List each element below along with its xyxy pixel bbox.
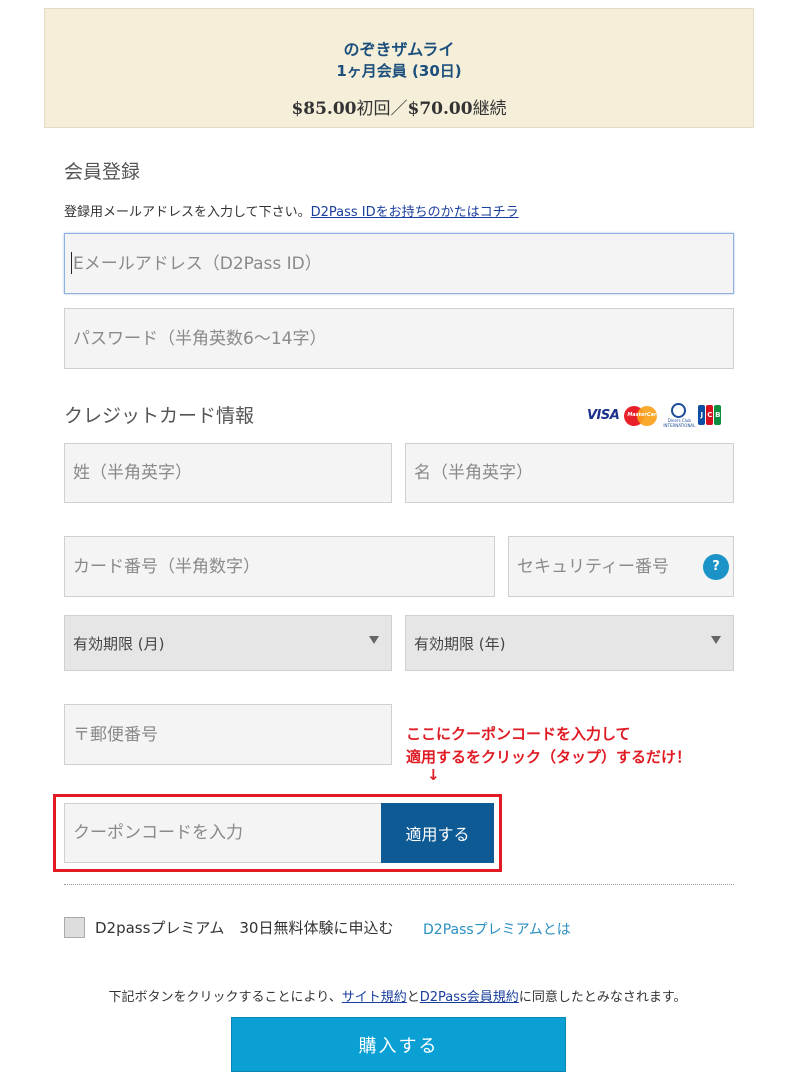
premium-info-link[interactable]: D2Passプレミアムとは bbox=[423, 919, 571, 939]
mastercard-logo-text: MasterCard bbox=[627, 412, 660, 418]
mastercard-logo: MasterCard bbox=[624, 404, 660, 426]
card-brand-logos: VISA MasterCard Diners Club INTERNATIONA… bbox=[587, 403, 722, 428]
diners-logo-text: Diners Club INTERNATIONAL bbox=[663, 418, 696, 428]
agreement-mid: と bbox=[406, 990, 420, 1005]
postal-code-field[interactable] bbox=[65, 705, 391, 764]
exp-month-select[interactable]: 有効期限 (月) bbox=[64, 615, 392, 671]
first-name-field-wrapper bbox=[405, 443, 734, 503]
security-help-icon[interactable]: ? bbox=[703, 554, 729, 580]
registration-title: 会員登録 bbox=[64, 161, 141, 183]
diners-club-logo: Diners Club INTERNATIONAL bbox=[663, 403, 696, 428]
jcb-logo: J C B bbox=[698, 405, 722, 425]
exp-year-select[interactable]: 有効期限 (年) bbox=[405, 615, 734, 671]
price-renew: $70.00 bbox=[407, 99, 473, 119]
jcb-letter-b: B bbox=[714, 405, 722, 425]
agreement-prefix: 下記ボタンをクリックすることにより、 bbox=[108, 990, 342, 1005]
premium-label[interactable]: D2passプレミアム 30日無料体験に申込む bbox=[95, 917, 393, 938]
password-field-wrapper bbox=[64, 308, 734, 369]
coupon-note-line2: 適用するをクリック（タップ）するだけ！ bbox=[406, 748, 692, 766]
chevron-down-icon bbox=[369, 636, 379, 644]
site-terms-link[interactable]: サイト規約 bbox=[342, 990, 407, 1005]
price-first: $85.00 bbox=[291, 99, 357, 119]
security-code-field[interactable] bbox=[509, 537, 733, 596]
d2pass-terms-link[interactable]: D2Pass会員規約 bbox=[420, 990, 519, 1005]
jcb-letter-c: C bbox=[706, 405, 714, 425]
email-field-wrapper bbox=[64, 233, 734, 294]
card-number-field-wrapper bbox=[64, 536, 495, 597]
premium-checkbox[interactable] bbox=[64, 917, 85, 938]
plan-price: $85.00初回／$70.00継続 bbox=[45, 94, 753, 119]
divider bbox=[64, 884, 734, 885]
coupon-note-line1: ここにクーポンコードを入力して bbox=[406, 725, 631, 743]
coupon-field-wrapper bbox=[64, 803, 382, 863]
plan-term: 1ヶ月会員 (30日) bbox=[336, 62, 462, 80]
down-arrow-icon: ↓ bbox=[427, 766, 440, 784]
text-caret bbox=[71, 252, 72, 274]
security-code-field-wrapper bbox=[508, 536, 734, 597]
price-renew-suffix: 継続 bbox=[472, 99, 507, 119]
d2pass-login-link[interactable]: D2Pass IDをお持ちのかたはコチラ bbox=[311, 205, 519, 220]
credit-card-title: クレジットカード情報 bbox=[64, 405, 255, 427]
price-first-suffix: 初回／ bbox=[356, 99, 408, 119]
first-name-field[interactable] bbox=[406, 444, 733, 502]
apply-coupon-button[interactable]: 適用する bbox=[381, 803, 494, 863]
chevron-down-icon bbox=[711, 636, 721, 644]
purchase-button[interactable]: 購入する bbox=[231, 1017, 566, 1072]
visa-logo: VISA bbox=[587, 407, 620, 423]
registration-help-text: 登録用メールアドレスを入力して下さい。 bbox=[64, 205, 311, 220]
agreement-text: 下記ボタンをクリックすることにより、サイト規約とD2Pass会員規約に同意したと… bbox=[0, 986, 795, 1005]
plan-summary: のぞきザムライ 1ヶ月会員 (30日) $85.00初回／$70.00継続 bbox=[44, 8, 754, 128]
jcb-letter-j: J bbox=[698, 405, 706, 425]
plan-name: のぞきザムライ bbox=[343, 40, 455, 59]
exp-month-value: 有効期限 (月) bbox=[73, 635, 165, 653]
postal-field-wrapper bbox=[64, 704, 392, 765]
coupon-code-field[interactable] bbox=[65, 804, 381, 862]
last-name-field[interactable] bbox=[65, 444, 391, 502]
exp-year-value: 有効期限 (年) bbox=[414, 635, 506, 653]
email-field[interactable] bbox=[65, 234, 733, 293]
password-field[interactable] bbox=[65, 309, 733, 368]
last-name-field-wrapper bbox=[64, 443, 392, 503]
card-number-field[interactable] bbox=[65, 537, 494, 596]
registration-help: 登録用メールアドレスを入力して下さい。D2Pass IDをお持ちのかたはコチラ bbox=[64, 201, 519, 220]
agreement-suffix: に同意したとみなされます。 bbox=[518, 990, 687, 1005]
